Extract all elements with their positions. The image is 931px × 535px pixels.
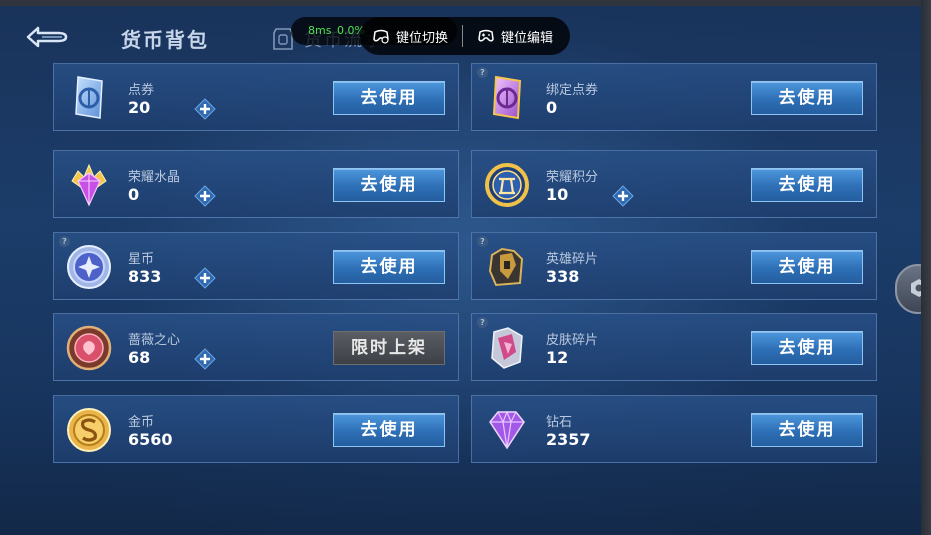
currency-card-skin-fragment: ? 皮肤碎片 12 去使用 — [471, 313, 877, 381]
key-switch-label: 键位切换 — [396, 30, 449, 46]
key-edit-button[interactable]: 键位编辑 — [477, 27, 553, 46]
add-star-coin-button[interactable] — [194, 267, 216, 289]
back-button[interactable] — [22, 22, 72, 52]
currency-card-glory-crystal: 荣耀水晶 0 去使用 — [53, 150, 459, 218]
bound-voucher-card-icon — [482, 72, 532, 122]
currency-card-bound-voucher: ? 绑定点券 0 去使用 — [471, 63, 877, 131]
use-gold-coin-button[interactable]: 去使用 — [333, 413, 445, 447]
keymap-toolbar: 键位切换 键位编辑 — [360, 17, 570, 55]
use-skin-fragment-button[interactable]: 去使用 — [751, 331, 863, 365]
limited-time-button[interactable]: 限时上架 — [333, 331, 445, 365]
plus-icon — [194, 348, 216, 370]
currency-name: 皮肤碎片 — [546, 333, 599, 348]
use-voucher-button[interactable]: 去使用 — [333, 81, 445, 115]
gamepad-switch-icon — [373, 29, 389, 44]
currency-amount: 833 — [128, 267, 162, 286]
use-glory-points-button[interactable]: 去使用 — [751, 168, 863, 202]
use-bound-voucher-button[interactable]: 去使用 — [751, 81, 863, 115]
currency-bag-screen: 货币背包 货币流水 8ms 0.0% 键位切换 键位编辑 — [0, 0, 931, 535]
add-glory-points-button[interactable] — [612, 185, 634, 207]
star-coin-icon — [64, 241, 114, 291]
use-diamond-button[interactable]: 去使用 — [751, 413, 863, 447]
currency-name: 荣耀积分 — [546, 170, 599, 185]
currency-card-gold-coin: 金币 6560 去使用 — [53, 395, 459, 463]
key-edit-label: 键位编辑 — [501, 30, 554, 46]
skin-fragment-icon — [482, 322, 532, 372]
currency-card-hero-fragment: ? 英雄碎片 338 去使用 — [471, 232, 877, 300]
voucher-card-icon — [64, 72, 114, 122]
currency-amount: 10 — [546, 185, 569, 204]
currency-name: 点券 — [128, 83, 155, 98]
key-switch-button[interactable]: 键位切换 — [372, 27, 448, 46]
plus-icon — [194, 98, 216, 120]
gold-coin-icon — [64, 404, 114, 454]
window-frame — [921, 0, 931, 535]
currency-amount: 2357 — [546, 430, 591, 449]
use-hero-fragment-button[interactable]: 去使用 — [751, 250, 863, 284]
add-voucher-button[interactable] — [194, 98, 216, 120]
currency-card-star-coin: ? 星币 833 去使用 — [53, 232, 459, 300]
plus-icon — [194, 267, 216, 289]
ping-readout: 8ms — [308, 24, 332, 37]
currency-amount: 0 — [128, 185, 140, 204]
currency-amount: 338 — [546, 267, 580, 286]
currency-name: 钻石 — [546, 415, 573, 430]
plus-icon — [612, 185, 634, 207]
currency-amount: 12 — [546, 348, 569, 367]
rose-heart-icon — [64, 322, 114, 372]
glory-points-icon — [482, 159, 532, 209]
currency-amount: 0 — [546, 98, 558, 117]
currency-amount: 20 — [128, 98, 151, 117]
diamond-icon — [482, 404, 532, 454]
currency-amount: 6560 — [128, 430, 173, 449]
currency-name: 星币 — [128, 252, 155, 267]
currency-name: 荣耀水晶 — [128, 170, 181, 185]
tab-currency-bag[interactable]: 货币背包 — [121, 24, 209, 53]
back-arrow-icon — [26, 26, 68, 48]
toolbar-divider — [462, 25, 464, 47]
currency-amount: 68 — [128, 348, 151, 367]
currency-name: 金币 — [128, 415, 155, 430]
plus-icon — [194, 185, 216, 207]
add-rose-heart-button[interactable] — [194, 348, 216, 370]
currency-card-glory-points: 荣耀积分 10 去使用 — [471, 150, 877, 218]
use-star-coin-button[interactable]: 去使用 — [333, 250, 445, 284]
currency-card-rose-heart: 蔷薇之心 68 限时上架 — [53, 313, 459, 381]
use-glory-crystal-button[interactable]: 去使用 — [333, 168, 445, 202]
currency-name: 绑定点券 — [546, 83, 599, 98]
currency-name: 英雄碎片 — [546, 252, 599, 267]
gamepad-icon — [478, 29, 494, 42]
glory-crystal-icon — [64, 159, 114, 209]
add-glory-crystal-button[interactable] — [194, 185, 216, 207]
currency-card-diamond: 钻石 2357 去使用 — [471, 395, 877, 463]
hero-fragment-icon — [482, 241, 532, 291]
currency-name: 蔷薇之心 — [128, 333, 181, 348]
currency-card-voucher: 点券 20 去使用 — [53, 63, 459, 131]
